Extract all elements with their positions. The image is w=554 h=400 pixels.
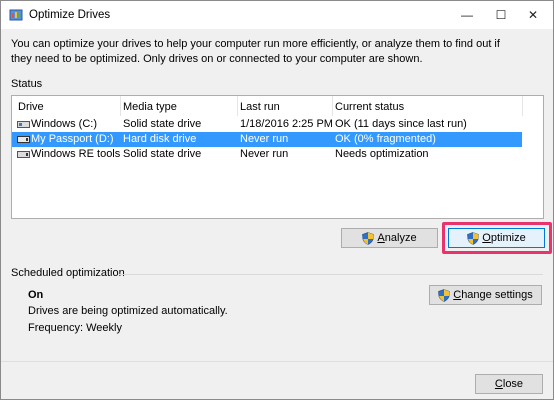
analyze-label: Analyze [377,232,417,244]
column-header-current-status[interactable]: Current status [335,101,404,113]
description-text: You can optimize your drives to help you… [11,38,500,65]
last-run: Never run [240,133,289,145]
section-divider [119,274,543,275]
column-header-last-run[interactable]: Last run [240,101,280,113]
media-type: Solid state drive [123,118,202,130]
last-run: Never run [240,148,289,160]
uac-shield-icon [438,288,451,302]
dialog-body: You can optimize your drives to help you… [1,29,553,399]
dialog-footer [1,361,553,399]
schedule-frequency: Frequency: Weekly [28,322,122,334]
column-header-drive[interactable]: Drive [18,101,44,113]
status-section-label: Status [11,78,43,90]
title-bar[interactable]: Optimize Drives — ☐ ✕ [1,1,553,29]
drive-row-windows-re-tools[interactable]: Windows RE tools Solid state drive Never… [12,147,522,162]
drive-row-my-passport-d[interactable]: My Passport (D:) Hard disk drive Never r… [12,132,522,147]
current-status: OK (11 days since last run) [335,118,467,130]
close-label: Close [494,378,524,390]
optimize-highlight-box [442,222,552,254]
change-settings-label: Change settings [453,289,533,301]
close-window-button[interactable]: ✕ [513,1,553,29]
drive-icon [17,121,30,128]
schedule-state: On [28,289,44,301]
media-type: Hard disk drive [123,133,197,145]
drive-row-windows-c[interactable]: Windows (C:) Solid state drive 1/18/2016… [12,117,522,132]
change-settings-button[interactable]: Change settings [429,285,542,305]
scheduled-optimization-label: Scheduled optimization [11,267,125,279]
drive-name: Windows (C:) [31,118,98,130]
drive-name: Windows RE tools [31,148,121,160]
optimize-drives-app-icon [9,9,23,21]
schedule-info: Drives are being optimized automatically… [28,305,228,317]
uac-shield-icon [362,231,375,245]
drive-icon [17,136,30,143]
current-status: OK (0% fragmented) [335,133,436,145]
media-type: Solid state drive [123,148,202,160]
drives-list[interactable]: Drive Media type Last run Current status… [11,95,544,219]
drive-name: My Passport (D:) [31,133,114,145]
close-button[interactable]: Close [475,374,543,394]
drive-icon [17,151,30,158]
window-title: Optimize Drives [29,9,111,21]
list-header: Drive Media type Last run Current status [12,96,543,116]
current-status: Needs optimization [335,148,429,160]
column-header-media-type[interactable]: Media type [123,101,177,113]
last-run: 1/18/2016 2:25 PM [240,118,333,130]
analyze-button[interactable]: Analyze [341,228,438,248]
optimize-drives-window: Optimize Drives — ☐ ✕ You can optimize y… [0,0,554,400]
